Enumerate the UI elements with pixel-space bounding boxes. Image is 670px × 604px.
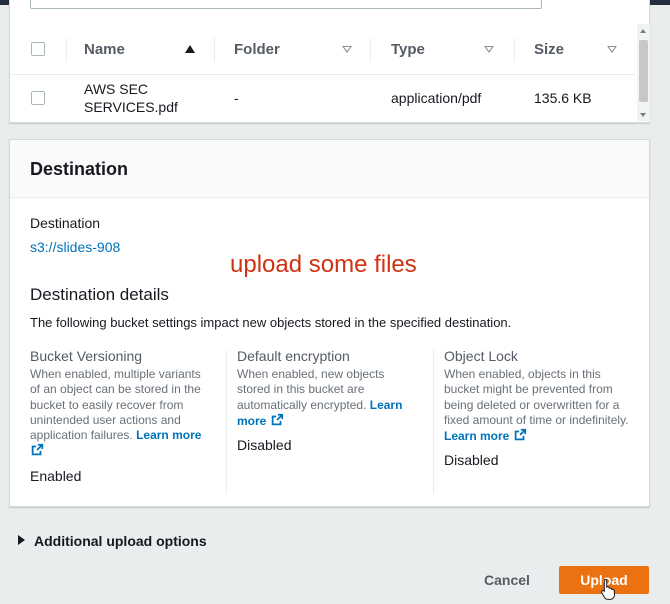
- file-size: 135.6 KB: [534, 90, 592, 106]
- default-encryption-setting: Default encryption When enabled, new obj…: [237, 348, 417, 493]
- setting-description: When enabled, new objects stored in this…: [237, 367, 417, 429]
- setting-description-text: When enabled, new objects stored in this…: [237, 367, 385, 412]
- cancel-button[interactable]: Cancel: [476, 566, 538, 594]
- column-separator: [214, 38, 215, 62]
- scroll-up-icon[interactable]: [640, 29, 646, 33]
- table-header: Name Folder Type Size: [10, 24, 635, 75]
- sort-icon[interactable]: [607, 46, 617, 53]
- setting-value: Disabled: [237, 437, 292, 454]
- table-row[interactable]: AWS SEC SERVICES.pdf - application/pdf 1…: [10, 75, 635, 121]
- destination-panel: Destination Destination s3://slides-908 …: [9, 139, 650, 507]
- column-divider: [226, 350, 227, 494]
- column-header-type[interactable]: Type: [391, 41, 425, 58]
- setting-description: When enabled, multiple variants of an ob…: [30, 367, 210, 460]
- scrollbar-thumb[interactable]: [639, 40, 648, 102]
- file-folder: -: [234, 90, 239, 106]
- sort-icon[interactable]: [484, 46, 494, 53]
- files-table-panel: Name Folder Type Size AWS SEC SERVICES.p…: [9, 0, 650, 123]
- setting-description: When enabled, objects in this bucket mig…: [444, 367, 636, 444]
- sort-icon[interactable]: [342, 46, 352, 53]
- learn-more-link[interactable]: Learn more: [136, 428, 201, 442]
- setting-title: Bucket Versioning: [30, 348, 143, 364]
- caret-right-icon: [18, 535, 25, 545]
- destination-details-title: Destination details: [30, 285, 169, 304]
- sort-ascending-icon[interactable]: [185, 45, 195, 53]
- destination-details-description: The following bucket settings impact new…: [30, 315, 512, 330]
- external-link-icon[interactable]: [30, 443, 44, 457]
- find-files-input[interactable]: [30, 0, 542, 9]
- select-all-checkbox[interactable]: [31, 42, 45, 56]
- setting-title: Default encryption: [237, 348, 350, 364]
- column-separator: [514, 38, 515, 62]
- annotation-overlay-text: upload some files: [230, 251, 417, 278]
- column-header-size[interactable]: Size: [534, 41, 564, 58]
- column-header-folder[interactable]: Folder: [234, 41, 280, 58]
- destination-header: Destination: [10, 140, 649, 198]
- column-separator: [66, 38, 67, 62]
- destination-link[interactable]: s3://slides-908: [30, 239, 120, 255]
- bucket-versioning-setting: Bucket Versioning When enabled, multiple…: [30, 348, 210, 493]
- file-name: AWS SEC SERVICES.pdf: [84, 81, 178, 115]
- row-checkbox[interactable]: [31, 91, 45, 105]
- setting-description-text: When enabled, objects in this bucket mig…: [444, 367, 629, 427]
- external-link-icon[interactable]: [513, 428, 527, 442]
- learn-more-link[interactable]: Learn more: [444, 429, 509, 443]
- external-link-icon[interactable]: [270, 413, 284, 427]
- object-lock-setting: Object Lock When enabled, objects in thi…: [444, 348, 636, 493]
- scroll-down-icon[interactable]: [640, 113, 646, 117]
- additional-options-label: Additional upload options: [34, 533, 207, 549]
- file-type: application/pdf: [391, 90, 482, 106]
- destination-label: Destination: [30, 215, 101, 231]
- section-title: Destination: [30, 159, 129, 179]
- setting-title: Object Lock: [444, 348, 518, 364]
- column-separator: [370, 38, 371, 62]
- setting-value: Disabled: [444, 452, 499, 469]
- column-divider: [433, 350, 434, 494]
- additional-upload-options-toggle[interactable]: Additional upload options: [18, 533, 207, 549]
- setting-value: Enabled: [30, 467, 82, 484]
- pointer-cursor-icon: [601, 578, 616, 600]
- column-header-name[interactable]: Name: [84, 41, 125, 58]
- table-scrollbar[interactable]: [637, 24, 650, 121]
